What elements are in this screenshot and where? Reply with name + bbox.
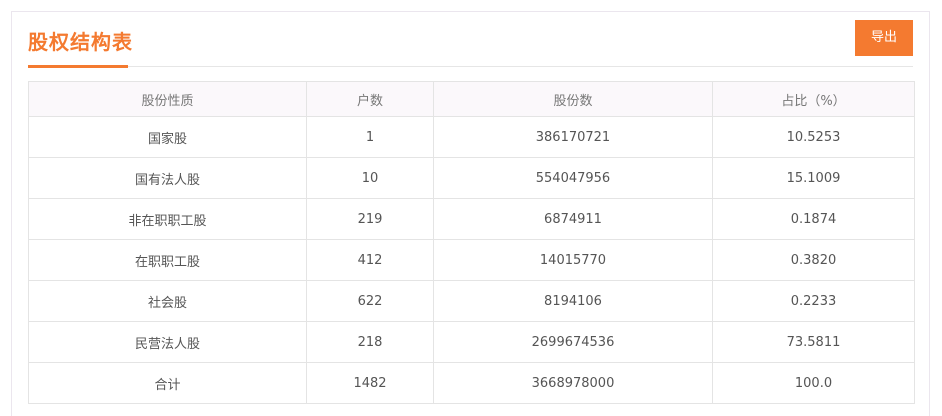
cell-holder-count: 622 <box>306 280 434 322</box>
cell-holder-count: 412 <box>306 239 434 281</box>
table-row: 非在职职工股 219 6874911 0.1874 <box>28 198 915 240</box>
cell-percentage: 100.0 <box>712 362 915 404</box>
column-header-share-count: 股份数 <box>433 81 713 117</box>
page-title: 股权结构表 <box>28 30 133 54</box>
cell-holder-count: 218 <box>306 321 434 363</box>
cell-share-type: 合计 <box>28 362 307 404</box>
cell-share-count: 6874911 <box>433 198 713 240</box>
cell-share-type: 社会股 <box>28 280 307 322</box>
cell-share-count: 2699674536 <box>433 321 713 363</box>
cell-percentage: 0.3820 <box>712 239 915 281</box>
cell-percentage: 15.1009 <box>712 157 915 199</box>
cell-share-count: 8194106 <box>433 280 713 322</box>
cell-share-count: 14015770 <box>433 239 713 281</box>
column-header-holder-count: 户数 <box>306 81 434 117</box>
cell-share-type: 非在职职工股 <box>28 198 307 240</box>
cell-share-count: 3668978000 <box>433 362 713 404</box>
cell-share-type: 国家股 <box>28 116 307 158</box>
column-header-share-type: 股份性质 <box>28 81 307 117</box>
cell-percentage: 73.5811 <box>712 321 915 363</box>
table-row: 国家股 1 386170721 10.5253 <box>28 116 915 158</box>
cell-percentage: 10.5253 <box>712 116 915 158</box>
cell-share-type: 在职职工股 <box>28 239 307 281</box>
cell-share-type: 民营法人股 <box>28 321 307 363</box>
cell-percentage: 0.2233 <box>712 280 915 322</box>
cell-share-count: 386170721 <box>433 116 713 158</box>
table-row: 在职职工股 412 14015770 0.3820 <box>28 239 915 281</box>
title-underline <box>28 65 128 68</box>
table-row: 社会股 622 8194106 0.2233 <box>28 280 915 322</box>
cell-share-count: 554047956 <box>433 157 713 199</box>
table-header-row: 股份性质 户数 股份数 占比（%） <box>28 81 915 117</box>
column-header-percentage: 占比（%） <box>712 81 915 117</box>
cell-holder-count: 1 <box>306 116 434 158</box>
cell-holder-count: 1482 <box>306 362 434 404</box>
panel-header: 股权结构表 导出 <box>28 12 913 68</box>
equity-structure-panel: 股权结构表 导出 股份性质 户数 股份数 占比（%） 国家股 1 3861707… <box>11 11 930 416</box>
table-row: 国有法人股 10 554047956 15.1009 <box>28 157 915 199</box>
table-total-row: 合计 1482 3668978000 100.0 <box>28 362 915 404</box>
equity-structure-table: 股份性质 户数 股份数 占比（%） 国家股 1 386170721 10.525… <box>28 81 915 404</box>
cell-holder-count: 10 <box>306 157 434 199</box>
table-row: 民营法人股 218 2699674536 73.5811 <box>28 321 915 363</box>
cell-share-type: 国有法人股 <box>28 157 307 199</box>
export-button[interactable]: 导出 <box>855 20 913 56</box>
cell-percentage: 0.1874 <box>712 198 915 240</box>
cell-holder-count: 219 <box>306 198 434 240</box>
